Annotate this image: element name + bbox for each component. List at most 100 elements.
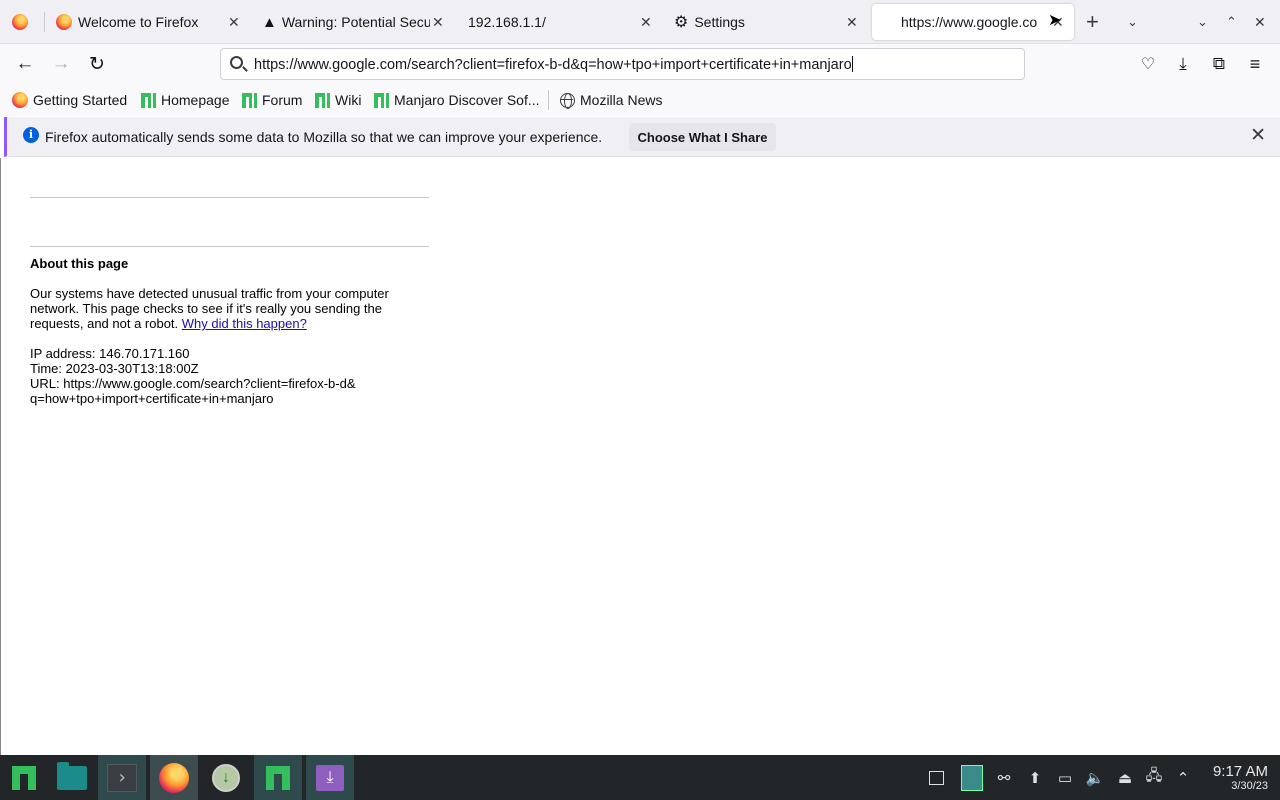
list-all-tabs-button[interactable]: ⌄ xyxy=(1127,0,1147,44)
taskbar-installer[interactable]: ⤓ xyxy=(306,755,354,800)
arrow-right-icon: → xyxy=(51,53,71,74)
pager-button[interactable] xyxy=(960,755,984,800)
application-launcher[interactable] xyxy=(0,755,48,800)
removable-devices-button[interactable]: ⏏ xyxy=(1115,755,1135,800)
show-desktop-button[interactable] xyxy=(926,755,946,800)
choose-what-i-share-button[interactable]: Choose What I Share xyxy=(629,123,776,151)
update-arrow-icon: ⬆ xyxy=(1028,769,1042,787)
volume-button[interactable]: 🔈 xyxy=(1085,755,1105,800)
chevron-down-icon: ⌄ xyxy=(1197,14,1208,29)
app-menu-button[interactable]: ≡ xyxy=(1243,52,1267,76)
request-url: URL: https://www.google.com/search?clien… xyxy=(30,376,356,391)
terminal-icon: ▭ xyxy=(1057,769,1073,787)
manjaro-icon xyxy=(242,92,257,108)
taskbar-file-manager[interactable] xyxy=(48,755,96,800)
bookmark-manjaro-discover[interactable]: Manjaro Discover Sof... xyxy=(374,91,540,109)
back-button[interactable]: ← xyxy=(13,52,37,76)
close-tab-icon[interactable]: ✕ xyxy=(432,14,444,31)
bookmark-wiki[interactable]: Wiki xyxy=(315,91,361,109)
close-tab-icon[interactable]: ✕ xyxy=(846,14,858,31)
bookmark-label: Homepage xyxy=(161,92,230,108)
ip-address: IP address: 146.70.171.160 xyxy=(30,346,190,361)
taskbar-firefox[interactable] xyxy=(150,755,198,800)
chevron-down-icon: ⌄ xyxy=(1127,14,1138,29)
tab-welcome[interactable]: Welcome to Firefox ✕ xyxy=(56,0,246,44)
tab-title: Warning: Potential Secu xyxy=(281,14,430,30)
bookmark-label: Mozilla News xyxy=(580,92,663,108)
download-icon: ⤓ xyxy=(1179,54,1187,73)
unusual-traffic-paragraph: Our systems have detected unusual traffi… xyxy=(30,286,410,331)
reload-button[interactable]: ↻ xyxy=(85,52,109,76)
plus-icon: + xyxy=(1086,9,1099,34)
bookmark-separator xyxy=(548,90,549,110)
firefox-icon xyxy=(12,14,28,30)
bookmark-getting-started[interactable]: Getting Started xyxy=(12,91,127,109)
about-heading: About this page xyxy=(30,256,129,271)
request-url-continued: q=how+tpo+import+certificate+in+manjaro xyxy=(30,391,274,406)
hamburger-menu-icon: ≡ xyxy=(1249,53,1261,74)
clock-date: 3/30/23 xyxy=(1231,780,1268,792)
network-button[interactable]: 🖧 xyxy=(1144,755,1164,800)
volume-icon: 🔈 xyxy=(1085,769,1105,787)
download-arrow-icon: ↓ xyxy=(212,763,240,792)
mouse-cursor-icon: ➤ xyxy=(1048,12,1062,29)
show-hidden-icons-button[interactable]: ⌃ xyxy=(1173,755,1193,800)
taskbar-terminal[interactable]: › xyxy=(98,755,146,800)
maximize-button[interactable]: ⌃ xyxy=(1226,0,1242,44)
firefox-icon xyxy=(12,92,28,108)
why-did-this-happen-link[interactable]: Why did this happen? xyxy=(182,316,307,331)
bookmark-mozilla-news[interactable]: Mozilla News xyxy=(560,91,662,109)
close-notification-icon[interactable]: ✕ xyxy=(1250,124,1266,147)
tab-google[interactable]: https://www.google.co ✕ ➤ xyxy=(872,0,1074,44)
gear-icon: ⚙ xyxy=(674,14,689,31)
divider xyxy=(30,197,429,198)
manjaro-icon xyxy=(374,92,389,108)
reload-icon: ↻ xyxy=(89,53,105,75)
network-icon: 🖧 xyxy=(1145,767,1163,784)
terminal-tray-button[interactable]: ▭ xyxy=(1055,755,1075,800)
tab-warning[interactable]: ▲ Warning: Potential Secu ✕ xyxy=(262,0,452,44)
forward-button[interactable]: → xyxy=(49,52,73,76)
pocket-icon: ♡ xyxy=(1140,56,1156,73)
usb-device-icon: ⏏ xyxy=(1117,769,1133,787)
tab-settings[interactable]: ⚙ Settings ✕ xyxy=(674,0,864,44)
extensions-button[interactable]: ⧉ xyxy=(1207,52,1231,76)
manjaro-logo-icon xyxy=(264,764,292,792)
installer-icon: ⤓ xyxy=(316,764,344,791)
request-time: Time: 2023-03-30T13:18:00Z xyxy=(30,361,199,376)
pocket-button[interactable]: ♡ xyxy=(1136,52,1160,76)
info-icon: i xyxy=(23,127,39,143)
close-tab-icon[interactable]: ✕ xyxy=(228,14,240,31)
request-details: IP address: 146.70.171.160 Time: 2023-03… xyxy=(30,346,430,406)
folder-icon xyxy=(57,761,87,790)
firefox-view-button[interactable] xyxy=(12,0,32,44)
new-tab-button[interactable]: + xyxy=(1086,0,1106,44)
bookmarks-toolbar: Getting Started Homepage Forum Wiki Manj… xyxy=(0,84,1280,116)
close-icon: ✕ xyxy=(1254,13,1266,30)
firefox-icon xyxy=(56,14,72,30)
manjaro-icon xyxy=(315,92,330,108)
chevron-up-icon: ⌃ xyxy=(1176,769,1190,787)
close-tab-icon[interactable]: ✕ xyxy=(640,14,652,31)
taskbar-manjaro-settings[interactable] xyxy=(254,755,302,800)
bookmark-forum[interactable]: Forum xyxy=(242,91,302,109)
navigation-toolbar: ← → ↻ https://www.google.com/search?clie… xyxy=(0,44,1280,84)
warning-icon: ▲ xyxy=(262,13,277,31)
firefox-icon xyxy=(159,762,189,793)
manjaro-icon xyxy=(141,92,156,108)
downloads-button[interactable]: ⤓ xyxy=(1171,52,1195,76)
taskbar-update-manager[interactable]: ↓ xyxy=(202,755,250,800)
minimize-button[interactable]: ⌄ xyxy=(1197,0,1213,44)
bookmark-homepage[interactable]: Homepage xyxy=(141,91,230,109)
divider xyxy=(30,246,429,247)
tab-strip: Welcome to Firefox ✕ ▲ Warning: Potentia… xyxy=(0,0,1280,44)
clock[interactable]: 9:17 AM 3/30/23 xyxy=(1198,763,1268,792)
updates-button[interactable]: ⬆ xyxy=(1025,755,1045,800)
url-input[interactable]: https://www.google.com/search?client=fir… xyxy=(254,56,853,73)
kde-connect-button[interactable]: ⚯ xyxy=(994,755,1014,800)
url-bar[interactable]: https://www.google.com/search?client=fir… xyxy=(220,48,1025,80)
close-window-button[interactable]: ✕ xyxy=(1254,0,1270,44)
bookmark-label: Wiki xyxy=(335,92,362,108)
tab-title: https://www.google.co xyxy=(901,14,1038,30)
tab-router[interactable]: 192.168.1.1/ ✕ xyxy=(468,0,658,44)
